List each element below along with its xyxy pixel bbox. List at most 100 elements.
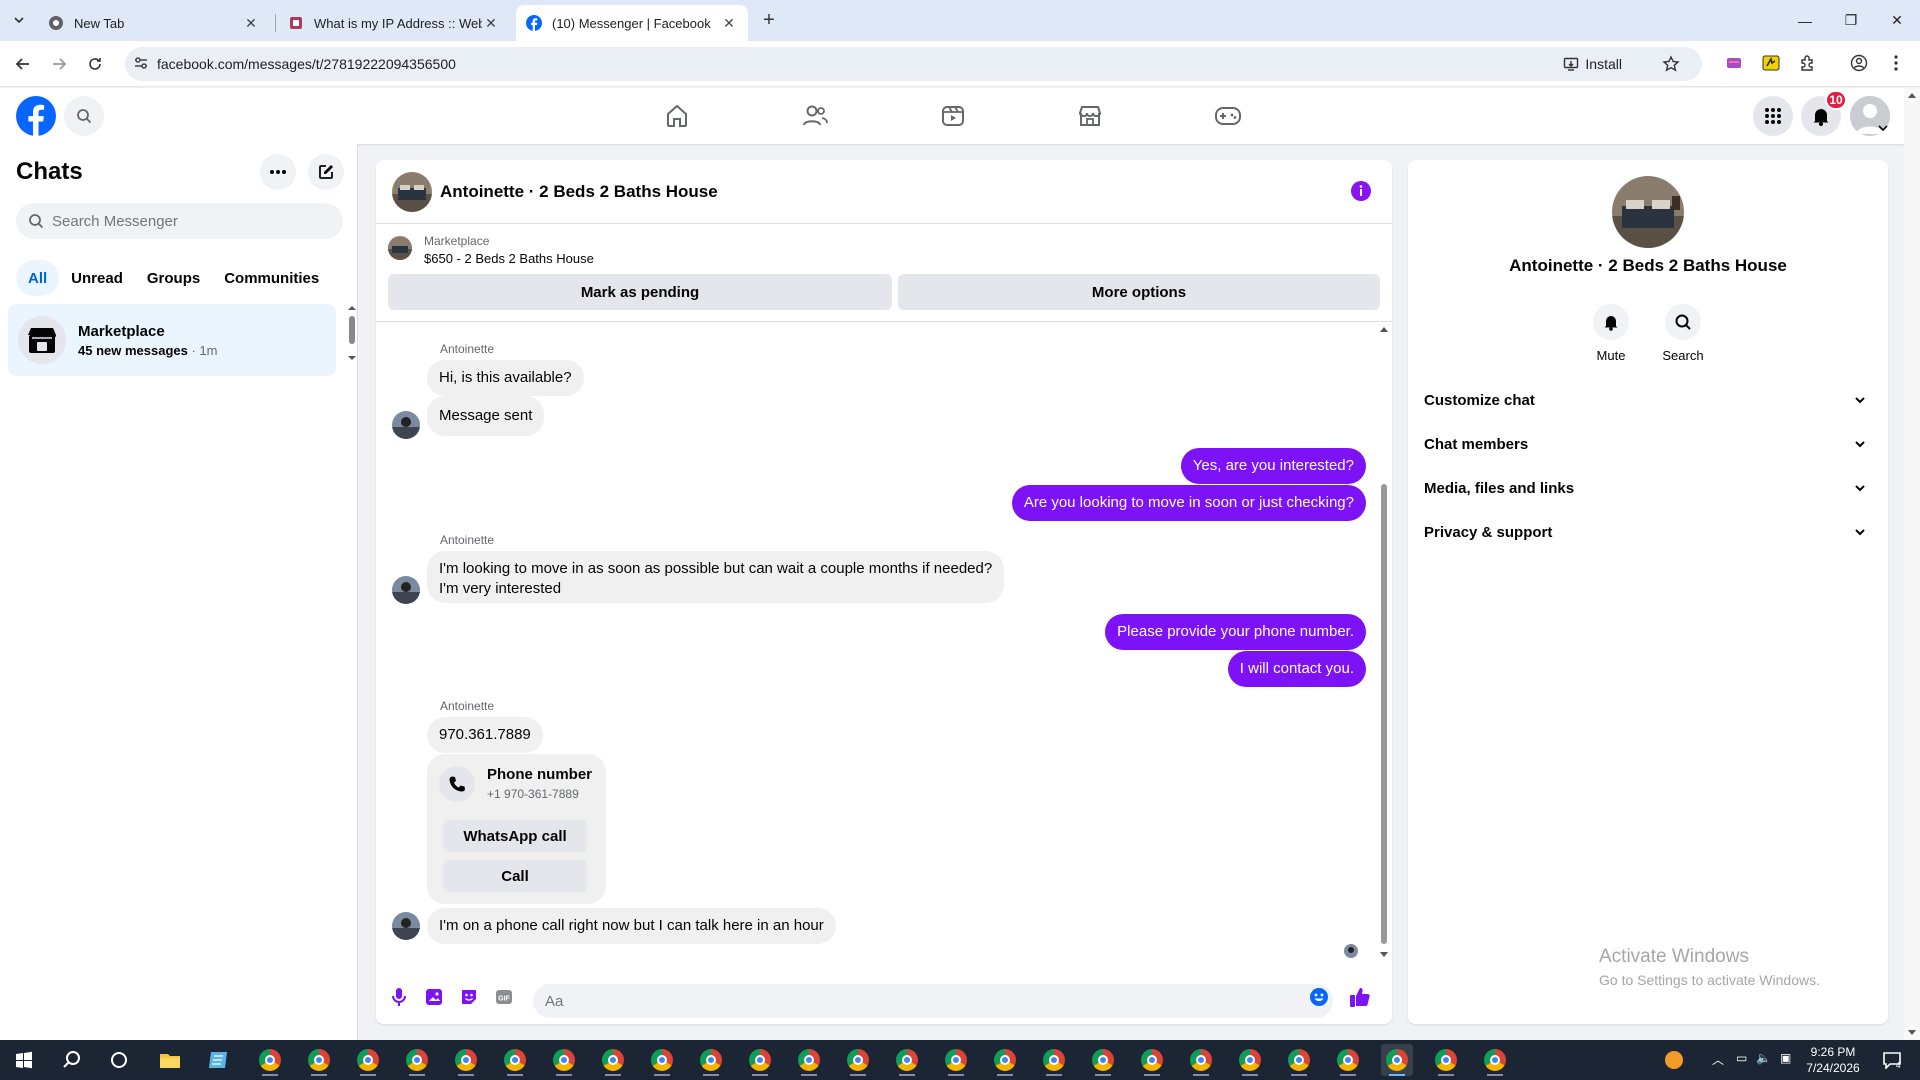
message-bubble-outgoing[interactable]: Please provide your phone number.	[1105, 614, 1366, 650]
chrome-taskbar-icon[interactable]	[1332, 1044, 1364, 1076]
nav-friends[interactable]	[759, 88, 871, 144]
section-customize-chat[interactable]: Customize chat	[1424, 378, 1872, 422]
chrome-taskbar-icon[interactable]	[695, 1044, 727, 1076]
tab-search-dropdown[interactable]	[8, 9, 30, 31]
network-icon[interactable]: ▣	[1780, 1051, 1791, 1065]
reload-button[interactable]	[83, 52, 107, 76]
chrome-taskbar-icon-active[interactable]	[1381, 1044, 1413, 1076]
tray-chevron-icon[interactable]: ︿	[1712, 1051, 1724, 1068]
omnibox[interactable]: facebook.com/messages/t/2781922209435650…	[125, 47, 1702, 81]
notepad-app-icon[interactable]	[203, 1044, 235, 1076]
chats-options-button[interactable]	[260, 154, 296, 190]
search-action[interactable]: Search	[1648, 304, 1718, 363]
chrome-taskbar-icon[interactable]	[842, 1044, 874, 1076]
search-messenger[interactable]	[16, 203, 343, 239]
gif-icon[interactable]: GIF	[493, 986, 515, 1008]
more-options-button[interactable]: More options	[898, 274, 1380, 310]
close-tab-icon[interactable]: ✕	[242, 14, 260, 32]
chrome-taskbar-icon[interactable]	[499, 1044, 531, 1076]
sender-avatar[interactable]	[392, 411, 420, 439]
page-scrollbar[interactable]	[1904, 88, 1920, 1040]
message-bubble-incoming[interactable]: I'm on a phone call right now but I can …	[427, 908, 836, 944]
message-bubble-outgoing[interactable]: Are you looking to move in soon or just …	[1011, 485, 1366, 521]
close-tab-icon[interactable]: ✕	[482, 14, 500, 32]
chrome-taskbar-icon[interactable]	[646, 1044, 678, 1076]
filter-unread[interactable]: Unread	[59, 260, 135, 296]
chrome-taskbar-icon[interactable]	[303, 1044, 335, 1076]
filter-groups[interactable]: Groups	[135, 260, 212, 296]
taskbar-clock[interactable]: 9:26 PM 7/24/2026	[1798, 1044, 1868, 1076]
chrome-taskbar-icon[interactable]	[1430, 1044, 1462, 1076]
nav-marketplace[interactable]	[1034, 88, 1146, 144]
message-bubble-incoming-multiline[interactable]: I'm looking to move in as soon as possib…	[427, 551, 1005, 603]
taskbar-search-icon[interactable]	[56, 1044, 88, 1076]
message-input-field[interactable]	[533, 984, 1333, 1018]
search-messenger-input[interactable]	[52, 212, 332, 230]
sticker-icon[interactable]	[458, 986, 480, 1008]
chrome-taskbar-icon[interactable]	[401, 1044, 433, 1076]
mark-as-pending-button[interactable]: Mark as pending	[388, 274, 892, 310]
chrome-taskbar-icon[interactable]	[940, 1044, 972, 1076]
message-bubble-outgoing[interactable]: Yes, are you interested?	[1180, 448, 1366, 484]
url-text[interactable]: facebook.com/messages/t/2781922209435650…	[157, 56, 456, 72]
chrome-taskbar-icon[interactable]	[744, 1044, 776, 1076]
chrome-taskbar-icon[interactable]	[1479, 1044, 1511, 1076]
emoji-icon[interactable]	[1308, 986, 1330, 1008]
message-bubble-incoming[interactable]: Hi, is this available?	[427, 360, 584, 396]
new-message-button[interactable]	[308, 154, 344, 190]
call-button[interactable]: Call	[443, 860, 587, 892]
close-tab-icon[interactable]: ✕	[720, 14, 738, 32]
chrome-taskbar-icon[interactable]	[450, 1044, 482, 1076]
chrome-taskbar-icon[interactable]	[1087, 1044, 1119, 1076]
chrome-taskbar-icon[interactable]	[1185, 1044, 1217, 1076]
chat-list-scrollbar[interactable]	[348, 304, 356, 364]
chrome-taskbar-icon[interactable]	[254, 1044, 286, 1076]
site-info-icon[interactable]	[133, 55, 149, 71]
nav-gaming[interactable]	[1172, 88, 1284, 144]
notifications-button[interactable]: 10	[1801, 90, 1847, 136]
section-chat-members[interactable]: Chat members	[1424, 422, 1872, 466]
nav-home[interactable]	[621, 88, 733, 144]
facebook-logo-icon[interactable]	[16, 96, 56, 136]
weather-icon[interactable]	[1658, 1044, 1690, 1076]
message-bubble-outgoing[interactable]: I will contact you.	[1227, 651, 1366, 687]
chrome-taskbar-icon[interactable]	[793, 1044, 825, 1076]
message-input[interactable]	[545, 992, 1285, 1010]
windows-start-icon[interactable]	[8, 1044, 40, 1076]
section-privacy-support[interactable]: Privacy & support	[1424, 510, 1872, 554]
chat-item-marketplace[interactable]: Marketplace 45 new messages · 1m	[8, 304, 336, 376]
chrome-taskbar-icon[interactable]	[1038, 1044, 1070, 1076]
restore-button[interactable]: ❐	[1828, 0, 1874, 41]
chrome-taskbar-icon[interactable]	[891, 1044, 923, 1076]
chrome-taskbar-icon[interactable]	[597, 1044, 629, 1076]
chrome-taskbar-icon[interactable]	[1136, 1044, 1168, 1076]
conversation-title[interactable]: Antoinette · 2 Beds 2 Baths House	[440, 182, 718, 202]
message-bubble-phone[interactable]: 970.361.7889	[427, 717, 543, 753]
filter-communities[interactable]: Communities	[212, 260, 331, 296]
bookmark-star-icon[interactable]	[1662, 55, 1680, 73]
voice-clip-icon[interactable]	[388, 986, 410, 1008]
conversation-scrollbar[interactable]	[1378, 324, 1390, 960]
thumbs-up-icon[interactable]	[1349, 986, 1371, 1008]
notification-center-icon[interactable]: 4	[1876, 1044, 1908, 1076]
sender-avatar[interactable]	[392, 912, 420, 940]
forward-button[interactable]	[47, 52, 71, 76]
chrome-taskbar-icon[interactable]	[1283, 1044, 1315, 1076]
extension-purple-icon[interactable]	[1724, 53, 1744, 73]
nav-video[interactable]	[897, 88, 1009, 144]
extensions-puzzle-icon[interactable]	[1798, 53, 1818, 73]
details-avatar[interactable]	[1612, 176, 1684, 248]
sender-avatar[interactable]	[392, 576, 420, 604]
back-button[interactable]	[11, 52, 35, 76]
fb-search-button[interactable]	[64, 96, 104, 136]
browser-menu-icon[interactable]	[1886, 53, 1906, 73]
photo-attach-icon[interactable]	[423, 986, 445, 1008]
listing-avatar[interactable]	[392, 172, 432, 212]
minimize-button[interactable]: —	[1782, 0, 1828, 41]
tray-display-icon[interactable]: ▭	[1736, 1051, 1747, 1065]
account-chevron-icon[interactable]	[1878, 124, 1888, 132]
close-window-button[interactable]: ✕	[1874, 0, 1920, 41]
mute-action[interactable]: Mute	[1576, 304, 1646, 363]
chrome-taskbar-icon[interactable]	[548, 1044, 580, 1076]
chrome-taskbar-icon[interactable]	[1234, 1044, 1266, 1076]
